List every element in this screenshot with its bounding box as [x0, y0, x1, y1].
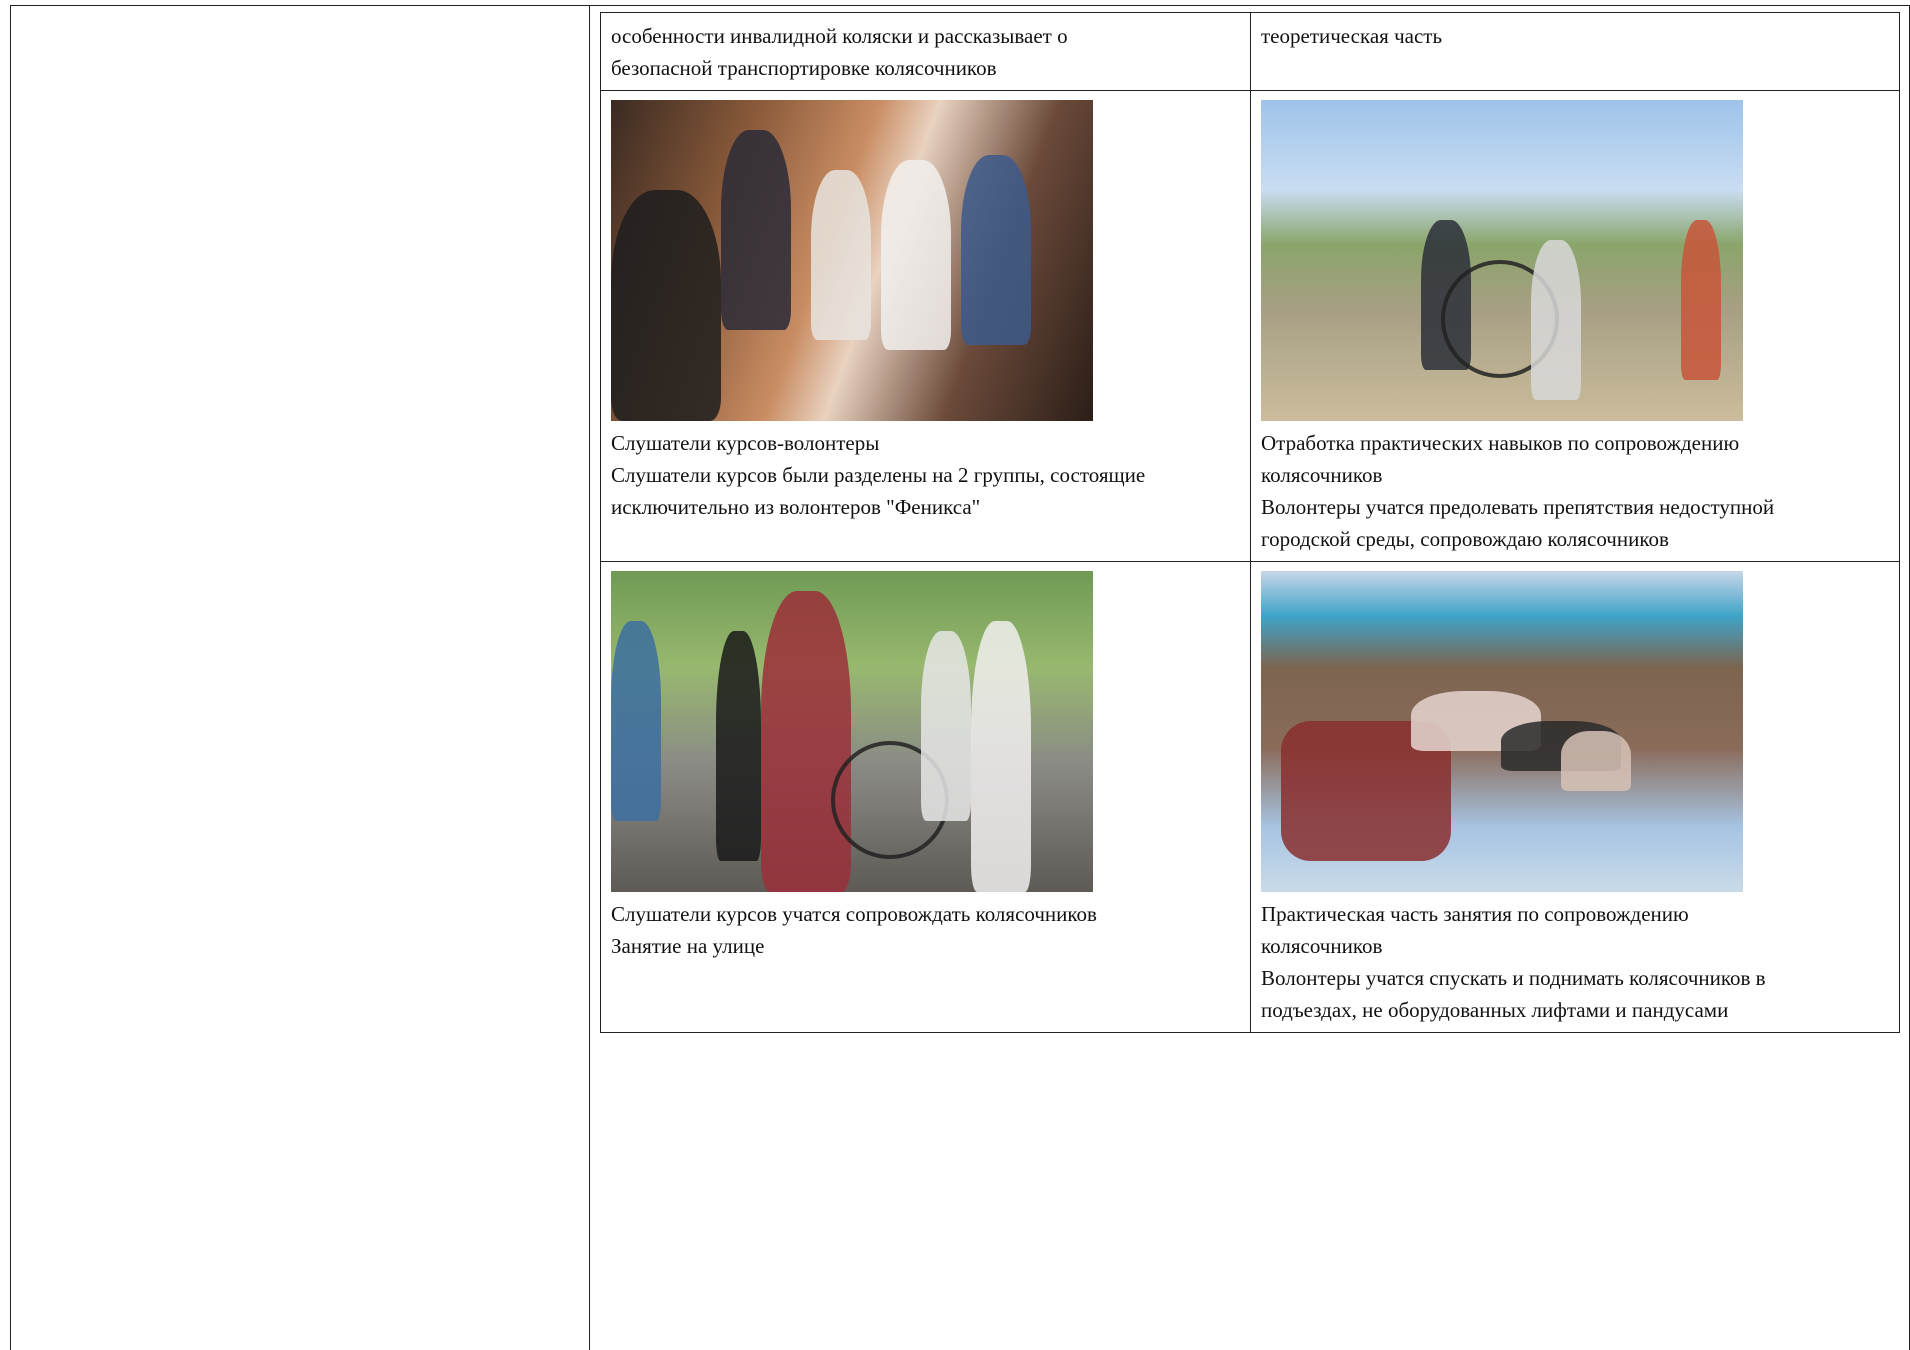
- table-cell: Слушатели курсов учатся сопровождать кол…: [601, 562, 1250, 1032]
- cell-text-line: Волонтеры учатся спускать и поднимать ко…: [1261, 966, 1766, 990]
- photo-volunteers-indoor: [611, 100, 1093, 421]
- outer-table-left-column: [10, 5, 590, 1350]
- table-cell: Отработка практических навыков по сопров…: [1250, 91, 1899, 561]
- cell-text-line: Слушатели курсов были разделены на 2 гру…: [611, 463, 1146, 487]
- table-cell: теоретическая часть: [1250, 13, 1899, 90]
- table-cell: Слушатели курсов-волонтеры Слушатели кур…: [601, 91, 1250, 561]
- cell-text-line: подъездах, не оборудованных лифтами и па…: [1261, 998, 1729, 1022]
- table-row: Слушатели курсов учатся сопровождать кол…: [601, 561, 1899, 1032]
- table-row: Слушатели курсов-волонтеры Слушатели кур…: [601, 90, 1899, 561]
- cell-text-line: исключительно из волонтеров "Феникса": [611, 495, 981, 519]
- table-cell: Практическая часть занятия по сопровожде…: [1250, 562, 1899, 1032]
- cell-text-line: Отработка практических навыков по сопров…: [1261, 431, 1740, 455]
- cell-text-line: Занятие на улице: [611, 934, 765, 958]
- cell-text-line: колясочников: [1261, 463, 1383, 487]
- cell-text-line: особенности инвалидной коляски и рассказ…: [611, 24, 1068, 48]
- photo-report-table: особенности инвалидной коляски и рассказ…: [600, 12, 1900, 1033]
- cell-text-line: Слушатели курсов учатся сопровождать кол…: [611, 902, 1097, 926]
- cell-text-line: безопасной транспортировке колясочников: [611, 56, 997, 80]
- photo-outdoor-lesson: [611, 571, 1093, 892]
- cell-text-line: теоретическая часть: [1261, 24, 1443, 48]
- photo-wheelchair-outdoor-practice: [1261, 100, 1743, 421]
- cell-text-line: городской среды, сопровождаю колясочнико…: [1261, 527, 1669, 551]
- cell-text-line: колясочников: [1261, 934, 1383, 958]
- cell-text-line: Слушатели курсов-волонтеры: [611, 431, 880, 455]
- cell-text-line: Практическая часть занятия по сопровожде…: [1261, 902, 1689, 926]
- cell-text-line: Волонтеры учатся предолевать препятствия…: [1261, 495, 1775, 519]
- table-row: особенности инвалидной коляски и рассказ…: [601, 13, 1899, 90]
- photo-stairwell-practice: [1261, 571, 1743, 892]
- table-cell: особенности инвалидной коляски и рассказ…: [601, 13, 1250, 90]
